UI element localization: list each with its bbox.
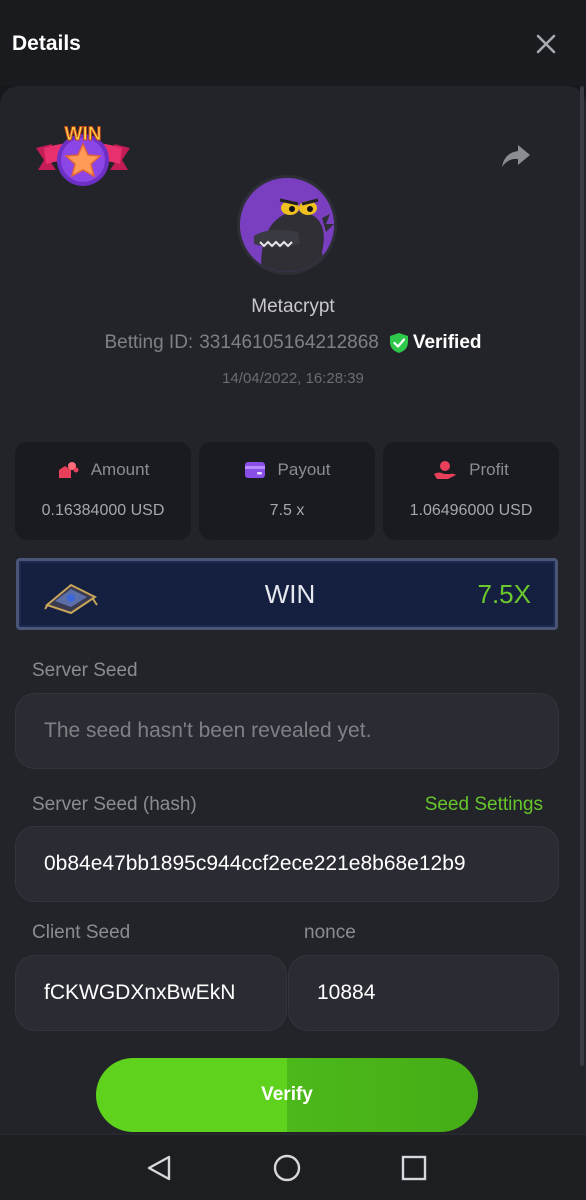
server-seed-hash-label: Server Seed (hash) xyxy=(32,794,197,815)
payout-icon xyxy=(244,462,265,478)
scrollbar[interactable] xyxy=(580,86,584,1066)
back-triangle-icon xyxy=(147,1155,171,1181)
amount-icon xyxy=(58,462,79,478)
stat-profit-value: 1.06496000 USD xyxy=(409,502,533,519)
client-seed-field[interactable]: fCKWGDXnxBwEkN xyxy=(15,955,287,1031)
win-badge-text: WIN xyxy=(65,124,102,145)
verify-button[interactable]: Verify xyxy=(96,1058,478,1132)
server-seed-label: Server Seed xyxy=(32,660,138,681)
nonce-label: nonce xyxy=(304,922,356,943)
stat-payout: Payout 7.5 x xyxy=(199,442,375,540)
seed-settings-link[interactable]: Seed Settings xyxy=(425,794,543,816)
server-seed-hash-field[interactable]: 0b84e47bb1895c944ccf2ece221e8b68e12b9 xyxy=(15,826,559,902)
nav-home-button[interactable] xyxy=(272,1153,302,1183)
betting-id-value: 33146105164212868 xyxy=(199,332,379,353)
nav-back-button[interactable] xyxy=(145,1153,175,1183)
username: Metacrypt xyxy=(251,296,335,317)
verified-label: Verified xyxy=(412,332,482,353)
stat-amount: Amount 0.16384000 USD xyxy=(15,442,191,540)
profit-icon xyxy=(434,461,457,479)
avatar xyxy=(237,175,337,275)
nav-recents-button[interactable] xyxy=(399,1153,429,1183)
betting-id-label: Betting ID: xyxy=(104,332,194,353)
recents-square-icon xyxy=(401,1155,427,1181)
header: Details xyxy=(0,0,586,86)
betting-id-row: Betting ID: 33146105164212868 Verified xyxy=(0,332,586,354)
home-circle-icon xyxy=(273,1154,301,1182)
share-icon xyxy=(502,145,530,167)
page-title: Details xyxy=(12,32,81,55)
stat-profit: Profit 1.06496000 USD xyxy=(383,442,559,540)
app-root: Details WIN Metacrypt Betting ID: 331461… xyxy=(0,0,586,1200)
stat-payout-label: Payout xyxy=(277,460,331,479)
client-seed-label: Client Seed xyxy=(32,922,131,943)
system-nav-bar xyxy=(0,1134,586,1200)
crocodile-avatar-icon xyxy=(240,178,334,272)
nonce-field[interactable]: 10884 xyxy=(288,955,559,1031)
verified-shield-icon xyxy=(389,333,408,353)
close-button[interactable] xyxy=(532,30,560,58)
share-button[interactable] xyxy=(500,142,532,170)
stat-profit-label: Profit xyxy=(469,460,509,479)
result-multiplier: 7.5X xyxy=(477,579,532,609)
win-badge-icon: WIN xyxy=(36,124,130,186)
timestamp: 14/04/2022, 16:28:39 xyxy=(222,370,364,387)
result-banner: WIN 7.5X xyxy=(16,558,558,630)
details-card: WIN Metacrypt Betting ID: 33146105164212… xyxy=(0,86,586,1134)
stat-payout-value: 7.5 x xyxy=(269,502,305,519)
stat-amount-value: 0.16384000 USD xyxy=(41,502,165,519)
server-seed-field[interactable]: The seed hasn't been revealed yet. xyxy=(15,693,559,769)
stat-amount-label: Amount xyxy=(90,460,150,479)
close-icon xyxy=(536,34,556,54)
